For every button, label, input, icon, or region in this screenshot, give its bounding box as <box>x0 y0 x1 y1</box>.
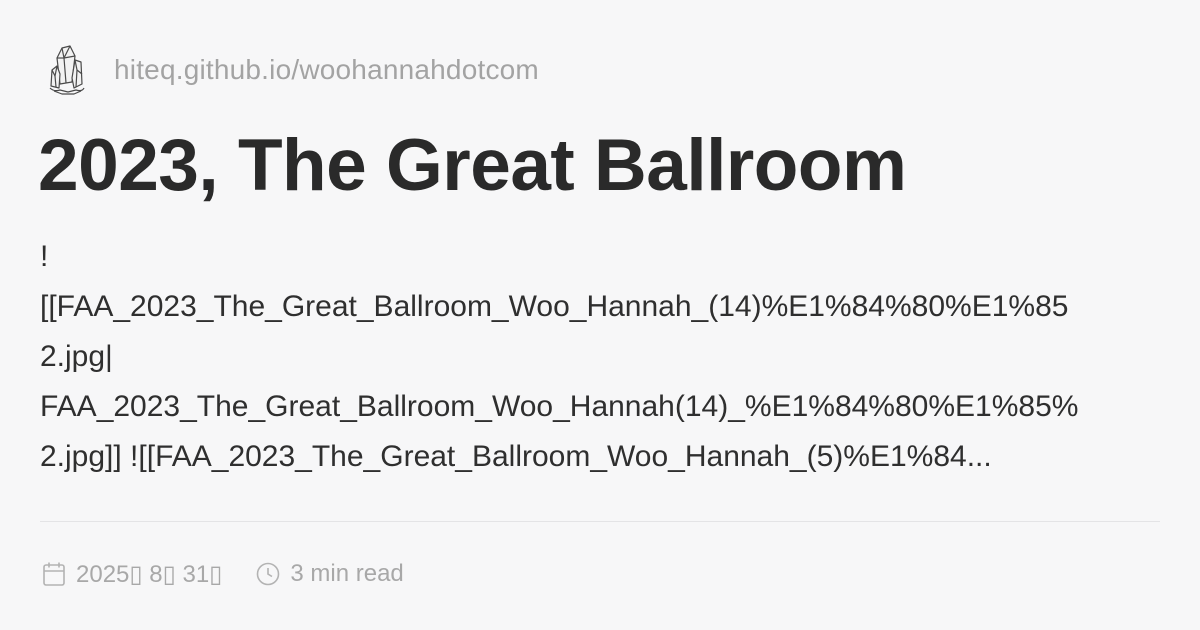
divider <box>40 521 1160 522</box>
crystal-icon <box>48 44 86 96</box>
read-time-text: 3 min read <box>290 560 404 587</box>
og-preview-card: hiteq.github.io/woohannahdotcom 2023, Th… <box>0 0 1200 630</box>
excerpt-line: FAA_2023_The_Great_Ballroom_Woo_Hannah(1… <box>40 390 1079 423</box>
post-title[interactable]: 2023, The Great Ballroom <box>38 124 907 208</box>
excerpt-line: 2.jpg]] ![[FAA_2023_The_Great_Ballroom_W… <box>40 440 992 473</box>
post-meta: 2025▯ 8▯ 31▯ 3 min read <box>42 554 438 594</box>
post-date: 2025▯ 8▯ 31▯ <box>42 560 222 589</box>
excerpt-line: [[FAA_2023_The_Great_Ballroom_Woo_Hannah… <box>40 290 1069 323</box>
post-date-text: 2025▯ 8▯ 31▯ <box>76 560 223 588</box>
excerpt-line: 2.jpg| <box>40 340 113 373</box>
site-url[interactable]: hiteq.github.io/woohannahdotcom <box>114 54 539 86</box>
calendar-icon <box>42 561 66 587</box>
read-time: 3 min read <box>256 560 404 588</box>
site-header[interactable]: hiteq.github.io/woohannahdotcom <box>48 42 539 98</box>
clock-icon <box>256 561 280 587</box>
post-excerpt: ! [[FAA_2023_The_Great_Ballroom_Woo_Hann… <box>40 232 1160 482</box>
excerpt-line: ! <box>40 240 49 273</box>
